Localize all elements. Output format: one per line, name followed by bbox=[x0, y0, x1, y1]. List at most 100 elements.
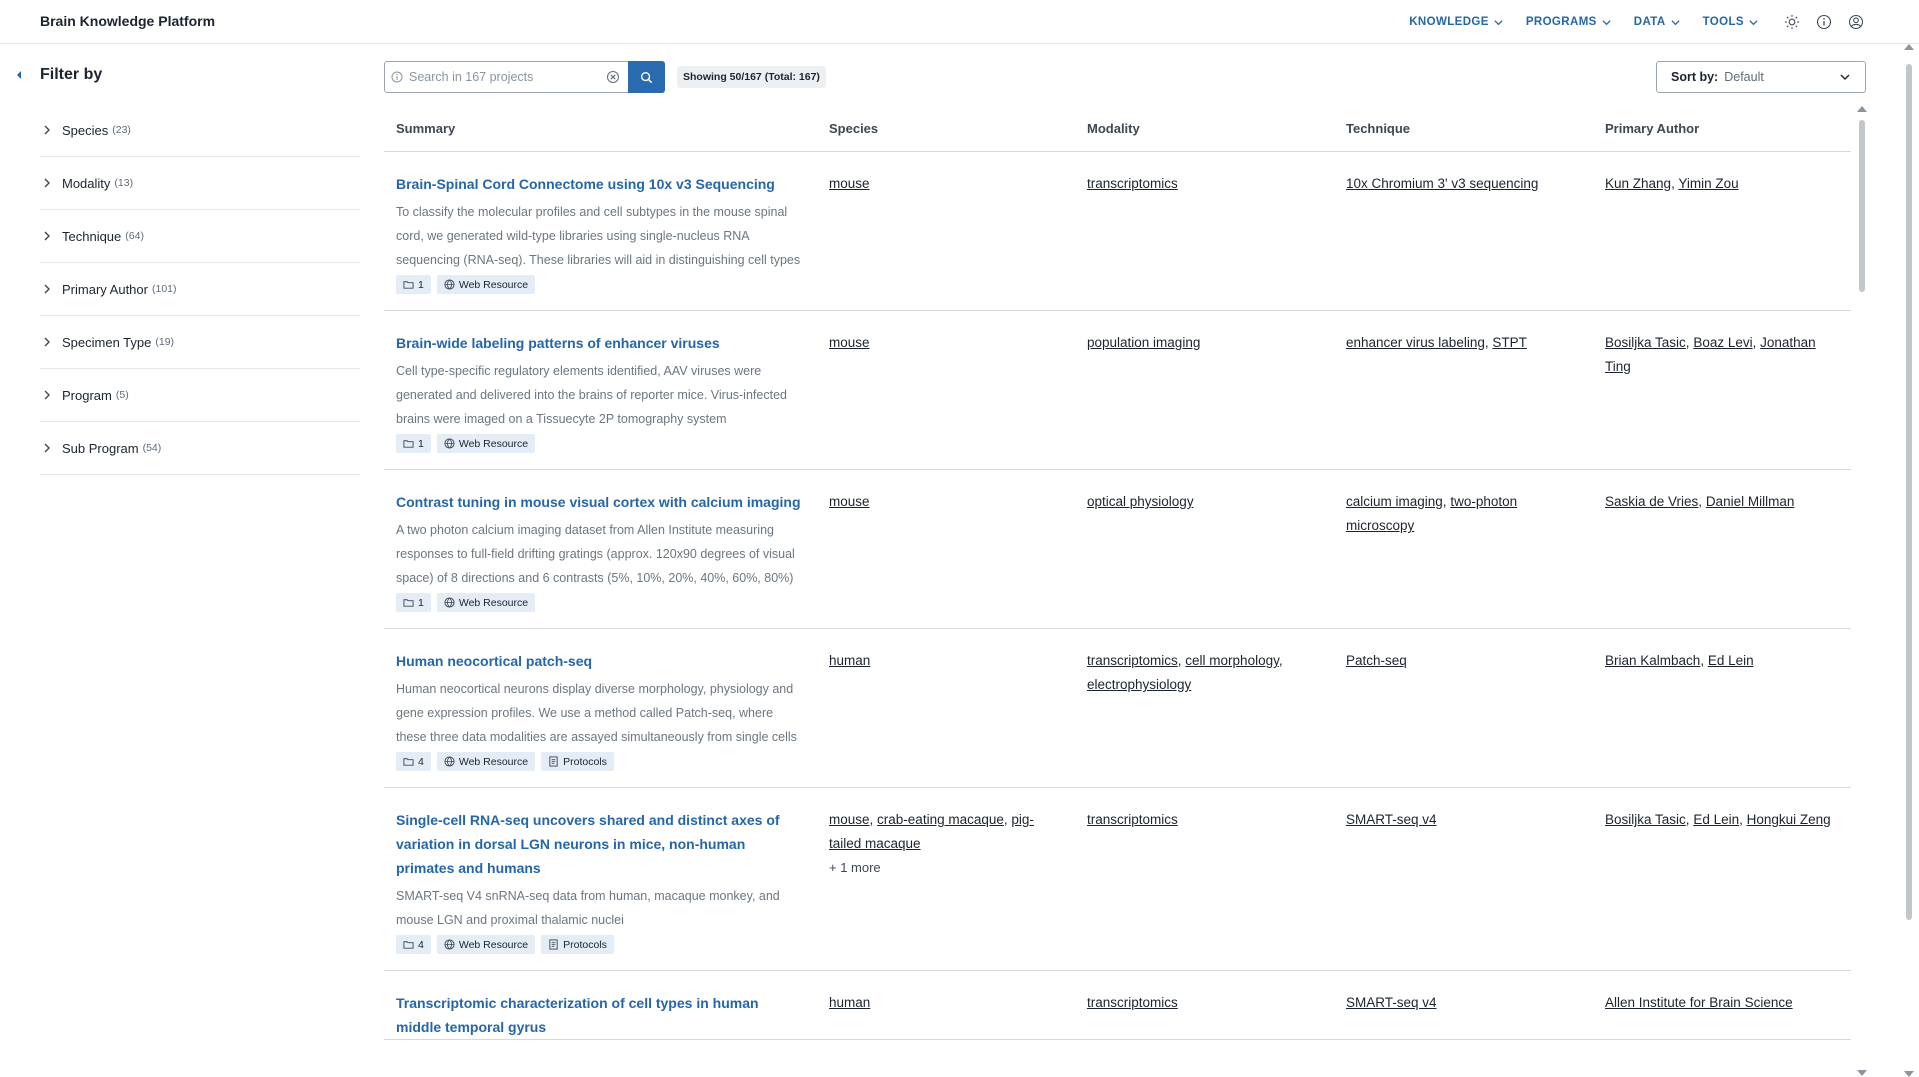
facet-specimen-type[interactable]: Specimen Type (19) bbox=[40, 316, 360, 369]
author-link[interactable]: Bosiljka Tasic bbox=[1605, 335, 1686, 350]
project-title-link[interactable]: Contrast tuning in mouse visual cortex w… bbox=[396, 490, 803, 514]
resource-badge[interactable]: Web Resource bbox=[436, 935, 536, 954]
document-icon bbox=[548, 756, 559, 767]
author-link[interactable]: Yimin Zou bbox=[1678, 176, 1738, 191]
app-title[interactable]: Brain Knowledge Platform bbox=[40, 13, 215, 29]
modality-link[interactable]: transcriptomics bbox=[1087, 812, 1178, 827]
collapse-sidebar-icon[interactable] bbox=[14, 69, 24, 81]
author-link[interactable]: Boaz Levi bbox=[1693, 335, 1752, 350]
table-row[interactable]: Transcriptomic characterization of cell … bbox=[384, 971, 1851, 1040]
user-circle-icon[interactable] bbox=[1847, 13, 1865, 31]
table-row[interactable]: Brain-Spinal Cord Connectome using 10x v… bbox=[384, 152, 1851, 311]
author-link[interactable]: Daniel Millman bbox=[1706, 494, 1795, 509]
summary-cell: Single-cell RNA-seq uncovers shared and … bbox=[384, 788, 817, 970]
modality-link[interactable]: optical physiology bbox=[1087, 494, 1194, 509]
table-scrollbar[interactable] bbox=[1856, 106, 1868, 1076]
dataset-count-badge[interactable]: 1 bbox=[396, 275, 431, 294]
modality-link[interactable]: electrophysiology bbox=[1087, 677, 1191, 692]
page-scrollbar[interactable] bbox=[1902, 44, 1916, 1077]
author-link[interactable]: Ed Lein bbox=[1708, 653, 1754, 668]
species-link[interactable]: crab-eating macaque bbox=[877, 812, 1004, 827]
info-icon[interactable] bbox=[1815, 13, 1833, 31]
species-link[interactable]: mouse bbox=[829, 335, 870, 350]
table-row[interactable]: Human neocortical patch-seq Human neocort… bbox=[384, 629, 1851, 788]
scroll-up-arrow[interactable] bbox=[1857, 106, 1867, 112]
scroll-up-arrow[interactable] bbox=[1904, 44, 1914, 50]
facet-technique[interactable]: Technique (64) bbox=[40, 210, 360, 263]
clear-search-icon[interactable] bbox=[606, 70, 620, 84]
resource-badge[interactable]: Protocols bbox=[541, 935, 614, 954]
dataset-count-badge[interactable]: 1 bbox=[396, 593, 431, 612]
technique-link[interactable]: 10x Chromium 3' v3 sequencing bbox=[1346, 176, 1538, 191]
species-link[interactable]: mouse bbox=[829, 176, 870, 191]
column-header-modality[interactable]: Modality bbox=[1075, 121, 1334, 136]
author-link[interactable]: Brian Kalmbach bbox=[1605, 653, 1700, 668]
modality-link[interactable]: transcriptomics bbox=[1087, 176, 1178, 191]
column-header-summary[interactable]: Summary bbox=[384, 121, 817, 136]
scroll-down-arrow[interactable] bbox=[1857, 1070, 1867, 1076]
scrollbar-thumb[interactable] bbox=[1906, 64, 1912, 920]
dataset-count-badge[interactable]: 4 bbox=[396, 752, 431, 771]
project-title-link[interactable]: Single-cell RNA-seq uncovers shared and … bbox=[396, 808, 803, 880]
facet-program[interactable]: Program (5) bbox=[40, 369, 360, 422]
resource-badge[interactable]: Web Resource bbox=[436, 752, 536, 771]
facet-primary-author[interactable]: Primary Author (101) bbox=[40, 263, 360, 316]
species-more-toggle[interactable]: + 1 more bbox=[829, 856, 1061, 880]
facet-sub-program[interactable]: Sub Program (54) bbox=[40, 422, 360, 475]
summary-cell: Brain-Spinal Cord Connectome using 10x v… bbox=[384, 152, 817, 310]
resource-badge[interactable]: Web Resource bbox=[436, 275, 536, 294]
resource-badge[interactable]: Protocols bbox=[541, 752, 614, 771]
dataset-count-badge[interactable]: 1 bbox=[396, 434, 431, 453]
resource-badge[interactable]: Web Resource bbox=[436, 434, 536, 453]
project-title-link[interactable]: Brain-Spinal Cord Connectome using 10x v… bbox=[396, 172, 803, 196]
species-link[interactable]: mouse bbox=[829, 494, 870, 509]
technique-link[interactable]: SMART-seq v4 bbox=[1346, 812, 1437, 827]
info-icon[interactable] bbox=[391, 71, 403, 83]
nav-data[interactable]: DATA bbox=[1634, 16, 1681, 28]
search-input[interactable] bbox=[409, 70, 604, 84]
resource-badge-label: Web Resource bbox=[458, 938, 529, 951]
technique-link[interactable]: STPT bbox=[1492, 335, 1527, 350]
species-link[interactable]: human bbox=[829, 653, 870, 668]
search-button[interactable] bbox=[628, 61, 665, 93]
table-row[interactable]: Single-cell RNA-seq uncovers shared and … bbox=[384, 788, 1851, 971]
scroll-down-arrow[interactable] bbox=[1904, 1071, 1914, 1077]
scrollbar-thumb[interactable] bbox=[1859, 120, 1865, 292]
author-link[interactable]: Hongkui Zeng bbox=[1747, 812, 1831, 827]
author-link[interactable]: Allen Institute for Brain Science bbox=[1605, 995, 1793, 1010]
author-link[interactable]: Kun Zhang bbox=[1605, 176, 1671, 191]
modality-link[interactable]: transcriptomics bbox=[1087, 653, 1178, 668]
sun-icon[interactable] bbox=[1783, 13, 1801, 31]
column-header-primary-author[interactable]: Primary Author bbox=[1593, 121, 1851, 136]
technique-cell: SMART-seq v4 bbox=[1334, 788, 1593, 970]
author-link[interactable]: Ed Lein bbox=[1693, 812, 1739, 827]
filter-header: Filter by bbox=[14, 66, 102, 84]
resource-badge[interactable]: Web Resource bbox=[436, 593, 536, 612]
column-header-technique[interactable]: Technique bbox=[1334, 121, 1593, 136]
species-link[interactable]: mouse bbox=[829, 812, 870, 827]
author-link[interactable]: Saskia de Vries bbox=[1605, 494, 1698, 509]
technique-link[interactable]: enhancer virus labeling bbox=[1346, 335, 1485, 350]
technique-link[interactable]: calcium imaging bbox=[1346, 494, 1443, 509]
facet-modality[interactable]: Modality (13) bbox=[40, 157, 360, 210]
project-title-link[interactable]: Brain-wide labeling patterns of enhancer… bbox=[396, 331, 803, 355]
sort-dropdown[interactable]: Sort by: Default bbox=[1656, 61, 1866, 93]
project-title-link[interactable]: Human neocortical patch-seq bbox=[396, 649, 803, 673]
table-row[interactable]: Contrast tuning in mouse visual cortex w… bbox=[384, 470, 1851, 629]
author-link[interactable]: Bosiljka Tasic bbox=[1605, 812, 1686, 827]
dataset-count-badge[interactable]: 4 bbox=[396, 935, 431, 954]
nav-tools[interactable]: TOOLS bbox=[1703, 16, 1759, 28]
column-header-species[interactable]: Species bbox=[817, 121, 1075, 136]
facet-species[interactable]: Species (23) bbox=[40, 104, 360, 157]
nav-programs[interactable]: PROGRAMS bbox=[1526, 16, 1612, 28]
dataset-count: 4 bbox=[418, 755, 424, 768]
project-title-link[interactable]: Transcriptomic characterization of cell … bbox=[396, 991, 803, 1039]
technique-link[interactable]: Patch-seq bbox=[1346, 653, 1407, 668]
table-row[interactable]: Brain-wide labeling patterns of enhancer… bbox=[384, 311, 1851, 470]
modality-link[interactable]: population imaging bbox=[1087, 335, 1200, 350]
modality-link[interactable]: transcriptomics bbox=[1087, 995, 1178, 1010]
technique-link[interactable]: SMART-seq v4 bbox=[1346, 995, 1437, 1010]
species-link[interactable]: human bbox=[829, 995, 870, 1010]
modality-link[interactable]: cell morphology bbox=[1185, 653, 1279, 668]
nav-knowledge[interactable]: KNOWLEDGE bbox=[1409, 16, 1504, 28]
